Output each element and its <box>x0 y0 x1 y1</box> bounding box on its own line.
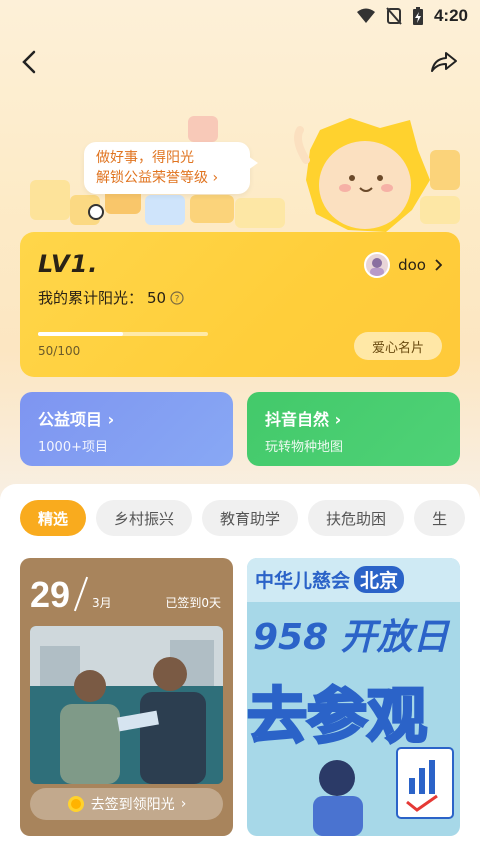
checkin-card[interactable]: 29 3月 已签到0天 去签到领阳光 › <box>20 558 233 836</box>
feature-subtitle: 玩转物种地图 <box>265 440 344 455</box>
user-chip[interactable]: doo <box>364 252 442 278</box>
tab-featured[interactable]: 精选 <box>20 500 87 536</box>
date-divider <box>73 576 89 612</box>
feature-douyin-nature[interactable]: 抖音自然 › 玩转物种地图 <box>247 392 460 466</box>
level-title: LV1. <box>38 250 99 278</box>
level-progress-fill <box>38 332 123 336</box>
tab-more[interactable]: 生 <box>414 500 466 536</box>
level-progress-bar <box>38 332 208 336</box>
share-icon <box>431 52 457 72</box>
status-bar: 4:20 <box>0 0 480 34</box>
back-button[interactable] <box>12 44 48 80</box>
decor-box <box>190 195 234 223</box>
help-icon[interactable]: ? <box>170 290 184 305</box>
tab-poverty-relief[interactable]: 扶危助困 <box>308 500 405 536</box>
tab-rural-revitalization[interactable]: 乡村振兴 <box>96 500 193 536</box>
no-sim-icon <box>386 7 402 25</box>
love-card-button[interactable]: 爱心名片 <box>354 332 442 360</box>
battery-charging-icon <box>412 7 423 25</box>
checkin-label: 去签到领阳光 <box>90 797 175 813</box>
sun-coin-icon <box>67 796 84 812</box>
signed-days: 已签到0天 <box>165 596 221 610</box>
content-sheet: 精选 乡村振兴 教育助学 扶危助困 生 29 3月 已签到0天 去签到领阳光 ›… <box>0 484 480 853</box>
bubble-line-2: 解锁公益荣誉等级 › <box>96 170 219 186</box>
decor-ball <box>88 204 104 220</box>
wifi-icon <box>356 8 375 23</box>
tab-education[interactable]: 教育助学 <box>202 500 299 536</box>
sun-total: 我的累计阳光： 50 ? <box>38 287 184 308</box>
progress-text: 50/100 <box>38 344 81 358</box>
chevron-right-icon <box>435 259 442 271</box>
decor-box <box>235 198 285 228</box>
chevron-left-icon <box>22 50 36 74</box>
date-month: 3月 <box>92 596 112 610</box>
decor-box <box>30 180 70 220</box>
date-day: 29 <box>30 574 71 615</box>
share-button[interactable] <box>426 44 462 80</box>
bubble-line-1: 做好事，得阳光 <box>96 150 194 166</box>
feature-charity-projects[interactable]: 公益项目 › 1000+项目 <box>20 392 233 466</box>
checkin-photo <box>30 626 223 784</box>
checkin-button[interactable]: 去签到领阳光 › <box>30 788 223 820</box>
checkin-chevron: › <box>180 796 187 812</box>
event-poster-card[interactable]: 中华儿慈会 北京 958 开放日 去参观 <box>247 558 460 836</box>
sun-label: 我的累计阳光： <box>38 289 144 307</box>
feature-title: 抖音自然 › <box>265 410 342 429</box>
status-time: 4:20 <box>433 6 468 25</box>
feature-title: 公益项目 › <box>38 410 115 429</box>
category-tabs: 精选 乡村振兴 教育助学 扶危助困 生 <box>20 500 466 536</box>
hero-speech-bubble[interactable]: 做好事，得阳光 解锁公益荣誉等级 › <box>84 142 258 194</box>
username: doo <box>398 256 426 274</box>
level-card[interactable]: LV1. doo 我的累计阳光： 50 ? 50/100 爱心名片 <box>20 232 460 377</box>
sun-mascot <box>294 118 430 232</box>
decor-box <box>145 195 185 225</box>
sun-value: 50 <box>147 288 167 307</box>
svg-text:?: ? <box>175 294 180 304</box>
feature-subtitle: 1000+项目 <box>38 440 108 455</box>
poster-illustration <box>313 747 454 836</box>
poster-headline: 958 开放日 <box>253 617 449 658</box>
decor-box <box>188 116 218 142</box>
avatar <box>364 252 391 278</box>
poster-org: 中华儿慈会 北京 <box>255 566 405 593</box>
